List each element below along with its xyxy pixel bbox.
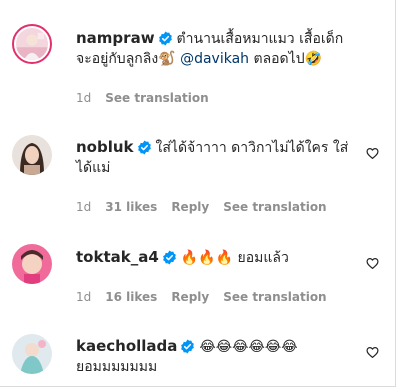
comment-text: ยอมมมมมมม [76, 359, 158, 375]
see-translation-button[interactable]: See translation [223, 290, 326, 304]
mention-link[interactable]: @davikah [180, 51, 249, 67]
see-translation-button[interactable]: See translation [105, 91, 208, 105]
comment-body: toktak_a4 🔥🔥🔥 ยอมแล้ว [76, 247, 358, 268]
verified-badge-icon [158, 31, 172, 46]
reply-button[interactable]: Reply [171, 290, 209, 304]
avatar-nobluk[interactable] [12, 135, 52, 175]
see-translation-button[interactable]: See translation [223, 200, 326, 214]
monkey-emoji: 🐒 [158, 51, 176, 67]
fire-emoji: 🔥 [215, 250, 234, 266]
fire-emoji: 🔥 [198, 250, 216, 266]
likes-count[interactable]: 16 likes [105, 290, 157, 304]
comment-body: nampraw ตำนานเสื้อหมาแมว เสื้อเด็ก จะอยู่… [76, 28, 358, 69]
comment-text-tail: ตลอดไป [249, 51, 305, 67]
avatar-nampraw[interactable] [12, 24, 52, 64]
username[interactable]: nobluk [76, 138, 134, 156]
comment-time: 1d [76, 200, 92, 214]
verified-badge-icon [162, 250, 176, 265]
reply-button[interactable]: Reply [171, 200, 209, 214]
verified-badge-icon [181, 339, 195, 354]
avatar-toktak_a4[interactable] [12, 244, 52, 284]
likes-count[interactable]: 31 likes [105, 200, 157, 214]
username[interactable]: nampraw [76, 29, 155, 47]
comment-meta: 1d 31 likes Reply See translation [76, 199, 341, 215]
fire-emoji: 🔥 [180, 250, 199, 266]
comment-body: nobluk ใส่ได้จ้าาาา ดาวิกาไม่ได้ใคร ใส่ได… [76, 137, 358, 178]
username[interactable]: toktak_a4 [76, 248, 159, 266]
joy-emoji: 😂 [232, 339, 249, 355]
joy-emoji: 😂 [248, 339, 265, 355]
joy-emoji: 😂 [264, 339, 282, 355]
heart-outline-icon[interactable] [366, 147, 379, 160]
comment-time: 1d [76, 91, 92, 105]
heart-outline-icon[interactable] [366, 346, 379, 359]
comment-text: ยอมแล้ว [237, 250, 289, 266]
comment-time: 1d [76, 290, 92, 304]
comment-body: kaechollada 😂😂😂😂😂😂 ยอมมมมมมม [76, 336, 358, 377]
username[interactable]: kaechollada [76, 337, 177, 355]
joy-emoji: 😂 [281, 339, 298, 355]
joy-emoji: 😂 [215, 339, 233, 355]
avatar-kaechollada-image [12, 334, 52, 374]
avatar-kaechollada[interactable] [12, 334, 52, 374]
heart-outline-icon[interactable] [366, 257, 379, 270]
rofl-emoji: 🤣 [304, 51, 323, 67]
avatar-nampraw-image [16, 28, 48, 60]
comments-panel: nampraw ตำนานเสื้อหมาแมว เสื้อเด็ก จะอยู่… [0, 0, 396, 387]
avatar-nobluk-image [12, 135, 52, 175]
verified-badge-icon [137, 140, 151, 155]
avatar-toktak_a4-image [12, 244, 52, 284]
comment-meta: 1d See translation [76, 90, 223, 106]
comment-meta: 1d 16 likes Reply See translation [76, 289, 341, 305]
joy-emoji: 😂 [199, 339, 216, 355]
